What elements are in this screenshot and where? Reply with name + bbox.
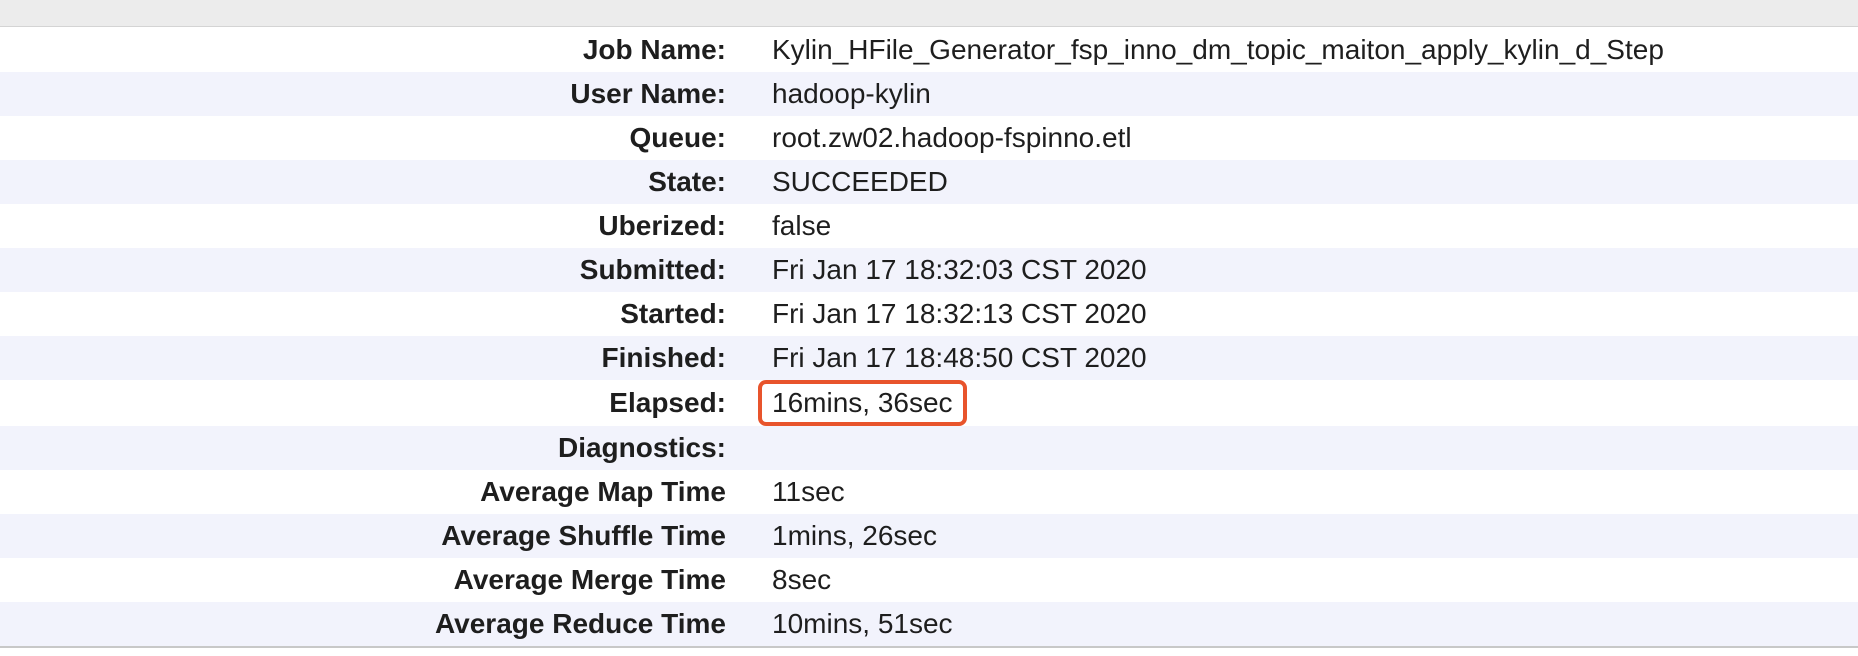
finished-label: Finished: xyxy=(601,342,726,373)
table-row-uberized: Uberized: false xyxy=(0,204,1858,248)
finished-value: Fri Jan 17 18:48:50 CST 2020 xyxy=(772,342,1147,373)
table-row-submitted: Submitted: Fri Jan 17 18:32:03 CST 2020 xyxy=(0,248,1858,292)
table-row-average-merge-time: Average Merge Time 8sec xyxy=(0,558,1858,602)
table-row-average-map-time: Average Map Time 11sec xyxy=(0,470,1858,514)
average-map-time-label: Average Map Time xyxy=(480,476,726,507)
started-label: Started: xyxy=(620,298,726,329)
state-value: SUCCEEDED xyxy=(772,166,948,197)
table-row-diagnostics: Diagnostics: xyxy=(0,426,1858,470)
user-name-value: hadoop-kylin xyxy=(772,78,931,109)
average-merge-time-value: 8sec xyxy=(772,564,832,595)
average-shuffle-time-value: 1mins, 26sec xyxy=(772,520,937,551)
queue-label: Queue: xyxy=(629,122,726,153)
queue-value: root.zw02.hadoop-fspinno.etl xyxy=(772,122,1132,153)
top-toolbar-edge xyxy=(0,0,1858,27)
elapsed-cell: 16mins, 36sec xyxy=(742,380,1858,426)
diagnostics-label: Diagnostics: xyxy=(557,432,726,463)
table-row-average-shuffle-time: Average Shuffle Time 1mins, 26sec xyxy=(0,514,1858,558)
table-row-state: State: SUCCEEDED xyxy=(0,160,1858,204)
table-row-finished: Finished: Fri Jan 17 18:48:50 CST 2020 xyxy=(0,336,1858,380)
table-row-average-reduce-time: Average Reduce Time 10mins, 51sec xyxy=(0,602,1858,646)
average-reduce-time-label: Average Reduce Time xyxy=(434,608,726,639)
diagnostics-value xyxy=(742,426,1858,470)
uberized-label: Uberized: xyxy=(598,210,726,241)
user-name-label: User Name: xyxy=(570,78,726,109)
table-row-elapsed: Elapsed: 16mins, 36sec xyxy=(0,380,1858,426)
started-value: Fri Jan 17 18:32:13 CST 2020 xyxy=(772,298,1147,329)
state-label: State: xyxy=(648,166,726,197)
table-row-started: Started: Fri Jan 17 18:32:13 CST 2020 xyxy=(0,292,1858,336)
table-row-user-name: User Name: hadoop-kylin xyxy=(0,72,1858,116)
average-shuffle-time-label: Average Shuffle Time xyxy=(441,520,726,551)
average-map-time-value: 11sec xyxy=(772,476,845,507)
elapsed-value-highlight: 16mins, 36sec xyxy=(758,380,967,426)
table-row-queue: Queue: root.zw02.hadoop-fspinno.etl xyxy=(0,116,1858,160)
average-reduce-time-value: 10mins, 51sec xyxy=(772,608,953,639)
submitted-label: Submitted: xyxy=(579,254,726,285)
table-row-job-name: Job Name: Kylin_HFile_Generator_fsp_inno… xyxy=(0,28,1858,72)
elapsed-label: Elapsed: xyxy=(609,387,726,418)
average-merge-time-label: Average Merge Time xyxy=(453,564,726,595)
uberized-value: false xyxy=(772,210,832,241)
submitted-value: Fri Jan 17 18:32:03 CST 2020 xyxy=(772,254,1147,285)
job-name-label: Job Name: xyxy=(582,34,726,65)
bottom-divider xyxy=(0,646,1858,648)
job-overview-table: Job Name: Kylin_HFile_Generator_fsp_inno… xyxy=(0,28,1858,646)
job-name-value: Kylin_HFile_Generator_fsp_inno_dm_topic_… xyxy=(772,34,1664,65)
